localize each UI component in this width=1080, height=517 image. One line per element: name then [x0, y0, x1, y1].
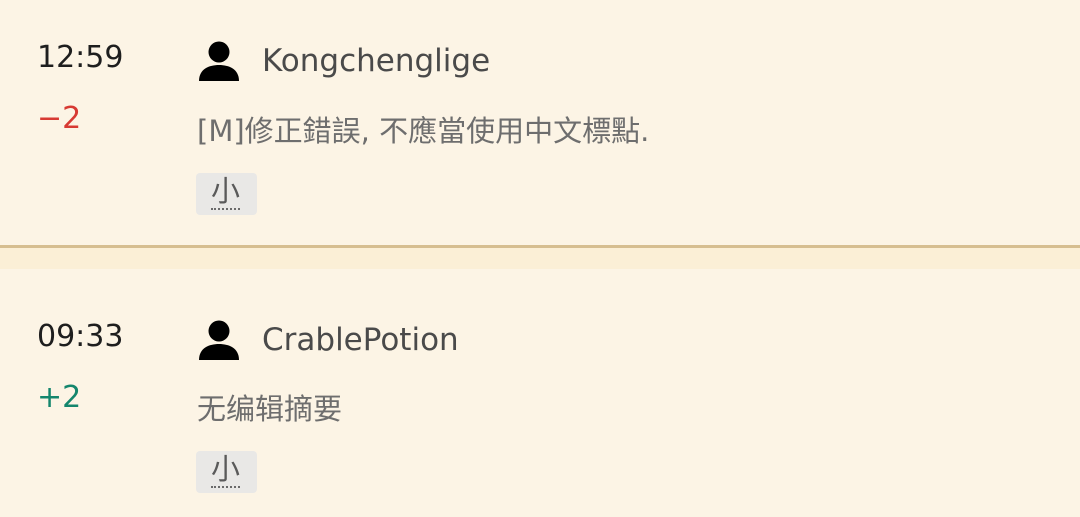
user-link[interactable]: CrablePotion: [262, 325, 459, 356]
section-gap: [0, 248, 1080, 269]
size-change: +2: [37, 380, 82, 415]
user-icon: [199, 320, 239, 360]
user-icon: [199, 41, 239, 81]
minor-edit-badge: 小: [196, 173, 257, 215]
entry-time: 12:59: [37, 40, 124, 75]
history-entry[interactable]: 09:33 +2 CrablePotion 无编辑摘要 小: [0, 269, 1080, 517]
edit-summary: 无编辑摘要: [197, 392, 343, 426]
size-change: −2: [37, 101, 82, 136]
entry-time: 09:33: [37, 319, 124, 354]
history-entry[interactable]: 12:59 −2 Kongchenglige [M]修正錯誤, 不應當使用中文標…: [0, 0, 1080, 245]
minor-edit-label: 小: [211, 174, 241, 210]
edit-summary: [M]修正錯誤, 不應當使用中文標點.: [197, 114, 650, 148]
user-link[interactable]: Kongchenglige: [262, 46, 490, 77]
minor-edit-label: 小: [211, 452, 241, 488]
minor-edit-badge: 小: [196, 451, 257, 493]
